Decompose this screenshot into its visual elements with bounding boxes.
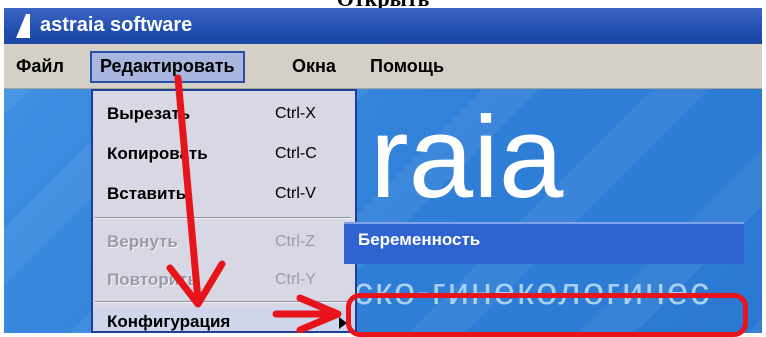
menu-separator: [95, 217, 351, 219]
annotation-highlight-ring: [346, 293, 748, 337]
menu-item-label: Вырезать: [107, 104, 191, 123]
menu-item-label: Вставить: [107, 184, 187, 203]
menu-item-label: Копировать: [107, 144, 208, 163]
menu-separator: [95, 301, 351, 303]
app-window: astraia software Файл Редактировать Окна…: [4, 8, 762, 333]
splash-logo-text: raia: [370, 92, 564, 222]
submenu-item-pregnancy[interactable]: Беременность: [358, 230, 480, 250]
menu-edit[interactable]: Редактировать: [90, 51, 245, 83]
menu-item-cut[interactable]: Вырезать Ctrl-X: [93, 99, 355, 129]
menu-item-shortcut: Ctrl-V: [275, 185, 316, 202]
menu-windows[interactable]: Окна: [284, 52, 344, 80]
menu-item-shortcut: Ctrl-Y: [275, 271, 316, 288]
menu-item-undo: Вернуть Ctrl-Z: [93, 227, 355, 257]
menu-item-shortcut: Ctrl-X: [275, 105, 316, 122]
menu-help[interactable]: Помощь: [362, 52, 452, 80]
configuration-submenu: Беременность: [344, 222, 744, 264]
menu-item-label: Вернуть: [107, 232, 178, 251]
title-bar: astraia software: [4, 8, 762, 44]
menu-bar: Файл Редактировать Окна Помощь: [4, 44, 762, 89]
window-title: astraia software: [40, 14, 193, 36]
astraia-logo-icon: [16, 14, 30, 38]
menu-item-paste[interactable]: Вставить Ctrl-V: [93, 179, 355, 209]
menu-item-shortcut: Ctrl-Z: [275, 233, 315, 250]
edit-menu-dropdown: Вырезать Ctrl-X Копировать Ctrl-C Встави…: [91, 89, 357, 333]
menu-item-redo: Повторить Ctrl-Y: [93, 265, 355, 295]
menu-item-copy[interactable]: Копировать Ctrl-C: [93, 139, 355, 169]
menu-file[interactable]: Файл: [8, 52, 72, 80]
menu-item-shortcut: Ctrl-C: [275, 145, 317, 162]
menu-item-label: Конфигурация: [107, 312, 231, 331]
menu-item-label: Повторить: [107, 270, 198, 289]
menu-item-configuration[interactable]: Конфигурация: [93, 307, 355, 331]
